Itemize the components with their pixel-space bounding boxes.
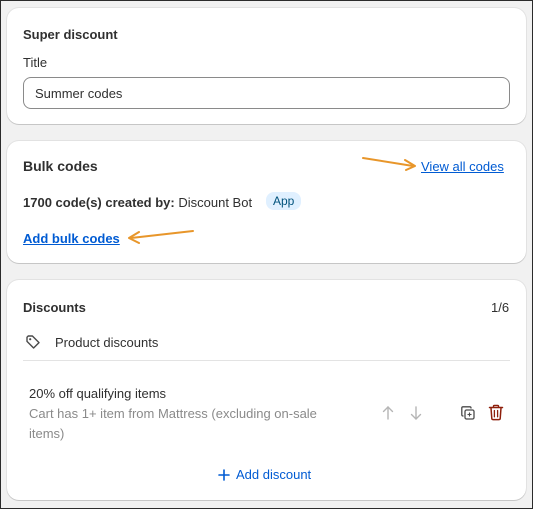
discounts-count: 1/6: [491, 300, 510, 315]
title-input[interactable]: [23, 77, 510, 109]
discounts-heading: Discounts: [23, 300, 86, 315]
add-discount-button[interactable]: Add discount: [218, 467, 311, 482]
group-divider: [23, 360, 510, 361]
super-discount-card: Super discount Title: [7, 8, 526, 124]
add-bulk-codes-link[interactable]: Add bulk codes: [23, 231, 120, 246]
duplicate-icon[interactable]: [460, 405, 476, 421]
add-discount-label: Add discount: [236, 467, 312, 482]
discount-item-description-line1: Cart has 1+ item from Mattress (excludin…: [29, 406, 317, 421]
title-label: Title: [23, 55, 48, 70]
view-all-codes-link[interactable]: View all codes: [421, 159, 504, 174]
plus-icon: [218, 468, 230, 481]
created-by-row: 1700 code(s) created by: Discount Bot: [23, 195, 252, 210]
super-discount-heading: Super discount: [23, 27, 118, 42]
arrow-up-icon[interactable]: [381, 405, 395, 421]
bulk-codes-heading: Bulk codes: [23, 158, 98, 174]
annotation-arrow-view-all: [362, 157, 416, 171]
annotation-arrow-add-bulk: [128, 230, 194, 244]
tag-icon: [26, 335, 40, 349]
created-by-label: 1700 code(s) created by:: [23, 195, 175, 210]
product-discounts-label: Product discounts: [55, 335, 159, 350]
discounts-card: Discounts 1/6 Product discounts 20% off …: [7, 280, 526, 500]
discount-item-description-line2: items): [29, 426, 65, 441]
delete-icon[interactable]: [488, 404, 504, 421]
bulk-codes-card: Bulk codes View all codes 1700 code(s) c…: [7, 141, 526, 263]
discount-item-title: 20% off qualifying items: [29, 386, 167, 401]
arrow-down-icon[interactable]: [409, 405, 423, 421]
app-badge: App: [266, 192, 302, 210]
created-by-name: Discount Bot: [178, 195, 253, 210]
